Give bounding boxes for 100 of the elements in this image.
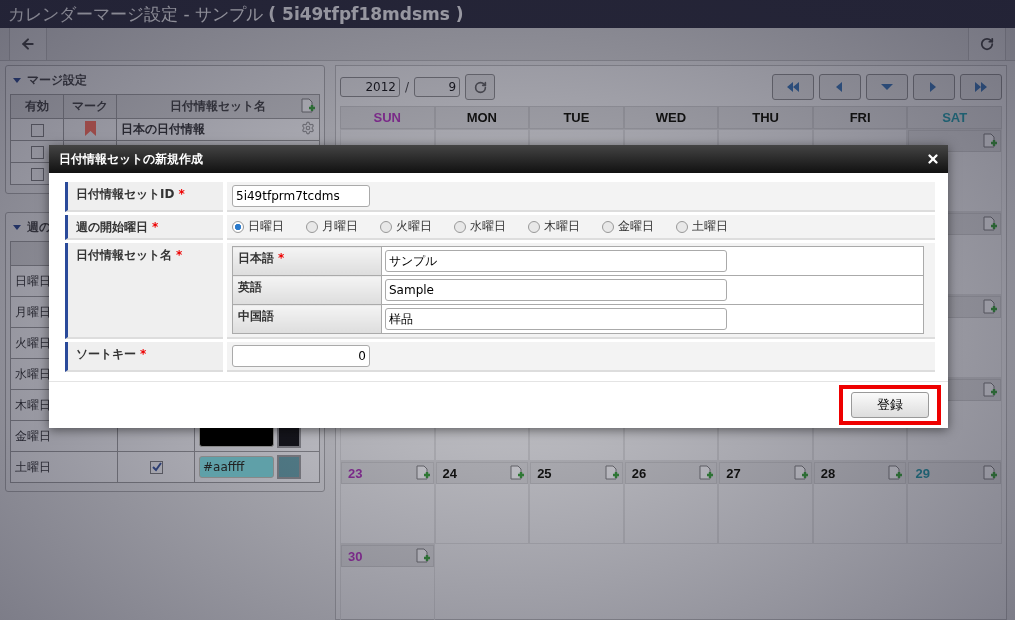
close-button[interactable] [926, 152, 940, 166]
date-number: 25 [537, 465, 552, 481]
radio-option[interactable]: 土曜日 [676, 218, 728, 235]
column-header: 日付情報セット名 [170, 99, 266, 113]
refresh-icon [980, 37, 994, 51]
radio-option[interactable]: 金曜日 [602, 218, 654, 235]
window-title: カレンダーマージ設定 - サンプル ( 5i49tfpf18mdsms ) [8, 2, 464, 26]
date-number: 30 [348, 548, 363, 564]
radio-option[interactable]: 水曜日 [454, 218, 506, 235]
table-cell: 火曜日 [15, 335, 51, 350]
refresh-button[interactable] [968, 28, 1006, 60]
add-document-icon[interactable] [415, 548, 430, 564]
panel-title: マージ設定 [27, 71, 87, 89]
refresh-icon [473, 80, 487, 94]
weekday-label: THU [752, 110, 779, 125]
add-document-icon[interactable] [888, 465, 903, 481]
double-right-icon [973, 80, 989, 94]
weekday-label: FRI [849, 110, 871, 125]
field-label: 週の開始曜日 * [65, 215, 223, 240]
nav-button[interactable] [866, 74, 908, 100]
settings-icon[interactable] [301, 121, 315, 135]
color-field[interactable]: #aaffff [199, 456, 274, 478]
radio-option[interactable]: 月曜日 [306, 218, 358, 235]
input-field[interactable]: 0 [232, 345, 370, 367]
date-number: 27 [726, 465, 741, 481]
radio-button[interactable] [232, 220, 244, 233]
submit-button[interactable]: 登録 [851, 392, 929, 418]
table-cell: 日本の日付情報 [121, 122, 205, 136]
weekday-label: SAT [942, 110, 968, 125]
month-field[interactable]: 9 [414, 77, 461, 97]
required-mark: * [278, 251, 285, 265]
add-document-icon[interactable] [793, 465, 808, 481]
radio-button[interactable] [528, 220, 540, 233]
date-number: 26 [631, 465, 647, 481]
date-number: 29 [915, 465, 930, 481]
radio-button[interactable] [380, 220, 392, 233]
input-field[interactable]: 样品 [385, 308, 727, 330]
field-label: 日付情報セットID * [65, 182, 223, 212]
input-field[interactable]: サンプル [385, 250, 727, 272]
add-document-icon[interactable] [983, 382, 997, 398]
color-swatch[interactable] [277, 455, 301, 479]
radio-option[interactable]: 木曜日 [528, 218, 580, 235]
add-document-icon[interactable] [510, 465, 525, 481]
back-button[interactable] [9, 28, 47, 60]
column-header: 有効 [25, 99, 49, 113]
weekday-label: WED [655, 110, 687, 125]
checkbox[interactable] [30, 123, 44, 137]
date-number: 23 [348, 465, 363, 481]
checkbox[interactable] [30, 145, 44, 159]
input-field[interactable]: Sample [385, 279, 727, 301]
radio-button[interactable] [454, 220, 466, 233]
date-number: 28 [820, 465, 836, 481]
radio-button[interactable] [306, 220, 318, 233]
weekday-label: MON [466, 110, 497, 125]
field-label: ソートキー * [65, 342, 223, 372]
double-left-icon [785, 80, 801, 94]
weekday-label: TUE [563, 110, 590, 125]
add-document-icon[interactable] [604, 465, 619, 481]
year-field[interactable]: 2012 [340, 77, 400, 97]
required-mark: * [176, 248, 183, 262]
required-mark: * [178, 187, 185, 201]
table-cell: 土曜日 [15, 459, 51, 474]
add-document-icon[interactable] [983, 299, 997, 315]
radio-button[interactable] [602, 220, 614, 233]
weekday-label: SUN [373, 110, 401, 125]
table-cell: 水曜日 [15, 366, 51, 381]
table-cell: 月曜日 [15, 304, 51, 319]
radio-button[interactable] [676, 220, 688, 233]
nav-button[interactable] [819, 74, 861, 100]
add-document-icon[interactable] [983, 465, 997, 481]
nav-button[interactable] [772, 74, 814, 100]
add-document-icon[interactable] [983, 216, 997, 232]
locale-label: 日本語 * [232, 246, 382, 276]
field-label: 日付情報セット名 * [65, 243, 223, 339]
add-document-icon[interactable] [983, 133, 997, 149]
add-document-icon[interactable] [415, 465, 430, 481]
separator: / [405, 80, 410, 94]
close-icon [926, 152, 940, 166]
radio-option[interactable]: 火曜日 [380, 218, 432, 235]
column-header: マーク [72, 99, 108, 113]
input-field[interactable]: 5i49tfprm7tcdms [232, 185, 370, 207]
checkbox[interactable] [149, 461, 163, 474]
collapse-triangle-icon[interactable] [13, 77, 21, 83]
required-mark: * [152, 220, 159, 234]
date-number: 24 [442, 465, 458, 481]
locale-label: 英語 [232, 275, 382, 305]
locale-label: 中国語 [232, 304, 382, 334]
table-cell: 日曜日 [15, 273, 51, 288]
nav-button[interactable] [913, 74, 955, 100]
reload-button[interactable] [465, 74, 496, 100]
dialog-title: 日付情報セットの新規作成 [59, 150, 203, 168]
table-cell: 木曜日 [15, 397, 51, 412]
checkbox[interactable] [30, 167, 44, 181]
add-document-icon[interactable] [301, 98, 315, 114]
add-document-icon[interactable] [699, 465, 714, 481]
table-cell: 金曜日 [15, 428, 51, 443]
collapse-triangle-icon[interactable] [13, 224, 21, 230]
radio-option[interactable]: 日曜日 [232, 218, 284, 235]
nav-button[interactable] [960, 74, 1002, 100]
required-mark: * [140, 347, 147, 361]
